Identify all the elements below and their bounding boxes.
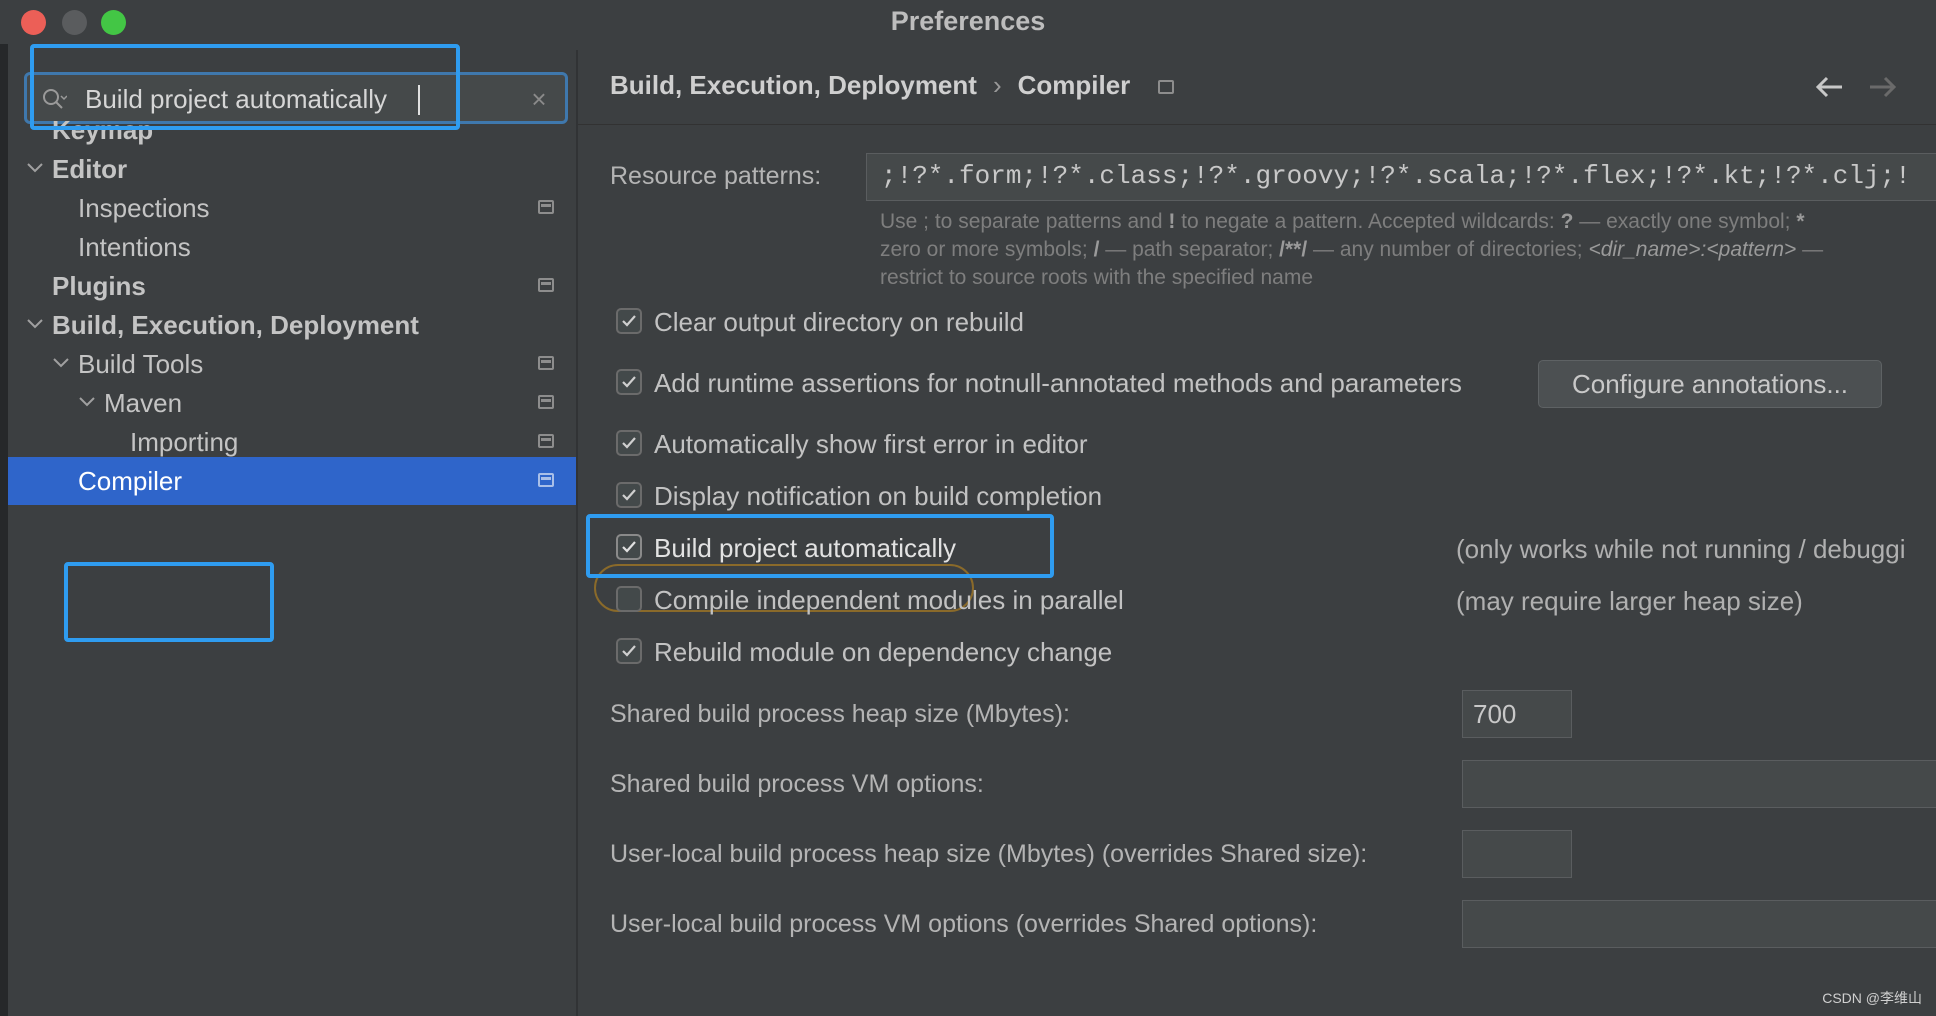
project-scope-icon [538,200,554,214]
user-vm-input[interactable] [1462,900,1936,948]
user-vm-label: User-local build process VM options (ove… [610,910,1318,938]
shared-heap-label: Shared build process heap size (Mbytes): [610,700,1070,728]
checkbox-label: Add runtime assertions for notnull-annot… [654,368,1462,398]
checkbox-label: Automatically show first error in editor [654,429,1088,459]
checkbox-label: Compile independent modules in parallel [654,585,1124,615]
project-scope-icon [538,356,554,370]
settings-header: Build, Execution, Deployment › Compiler [578,50,1936,125]
checkbox-label: Build project automatically [654,533,957,563]
checkmark-icon [622,541,636,553]
sidebar-item-label: Compiler [78,466,183,496]
chevron-down-icon[interactable] [26,159,44,177]
shared-vm-label: Shared build process VM options: [610,770,984,798]
back-arrow-icon[interactable] [1812,70,1846,104]
configure-annotations-button[interactable]: Configure annotations... [1538,360,1882,408]
hint-text: zero or more symbols; [880,238,1094,261]
rebuild-on-dependency-checkbox[interactable] [616,638,642,664]
checkbox-label: Display notification on build completion [654,481,1103,511]
build-automatically-checkbox[interactable] [616,534,642,560]
hint-text: — [1796,238,1824,261]
hint-italic: <dir_name>:<pattern> [1588,238,1797,261]
checkmark-icon [622,489,636,501]
project-scope-icon [1158,80,1175,95]
breadcrumb-current: Compiler [1017,70,1131,100]
watermark: CSDN @李维山 [1822,990,1922,1006]
sidebar-item-compiler[interactable]: Compiler [8,457,576,505]
hint-bold: /**/ [1279,238,1308,261]
window-title: Preferences [890,6,1046,36]
chevron-down-icon[interactable] [52,354,70,372]
chevron-down-icon[interactable] [26,315,44,333]
runtime-assertions-checkbox[interactable] [616,369,642,395]
parallel-compile-checkbox[interactable] [616,586,642,612]
shared-vm-input[interactable] [1462,760,1936,808]
checkbox-label: Rebuild module on dependency change [654,637,1113,667]
clear-output-checkbox[interactable] [616,308,642,334]
parallel-compile-note: (may require larger heap size) [1456,586,1803,616]
show-first-error-checkbox[interactable] [616,430,642,456]
hint-bold: * [1796,210,1805,233]
shared-heap-input[interactable]: 700 [1462,690,1572,738]
preferences-window: Preferences × Keymap Editor Inspections [0,0,1936,1016]
user-heap-input[interactable] [1462,830,1572,878]
project-scope-icon [538,473,554,487]
checkmark-icon [622,437,636,449]
title-bar: Preferences [0,0,1936,44]
project-scope-icon [538,395,554,409]
breadcrumb: Build, Execution, Deployment › Compiler [610,70,1175,101]
forward-arrow-icon[interactable] [1866,70,1900,104]
hint-text: — exactly one symbol; [1573,210,1797,233]
hint-text: — path separator; [1099,238,1280,261]
hint-bold: ? [1560,210,1574,233]
resource-patterns-label: Resource patterns: [610,162,822,190]
compiler-settings-panel: Build, Execution, Deployment › Compiler Re… [578,50,1936,1016]
project-scope-icon [538,278,554,292]
hint-line: Use ; to separate patterns and ! to nega… [880,208,1936,236]
project-scope-icon [538,434,554,448]
breadcrumb-separator: › [992,70,1002,100]
settings-sidebar: × Keymap Editor Inspections Intentions P… [8,50,576,1016]
checkmark-icon [622,315,636,327]
hint-text: — any number of directories; [1307,238,1589,261]
user-heap-label: User-local build process heap size (Mbyt… [610,840,1368,868]
hint-text: to negate a pattern. Accepted wildcards: [1175,210,1561,233]
build-automatically-note: (only works while not running / debuggi [1456,534,1906,564]
build-notification-checkbox[interactable] [616,482,642,508]
checkmark-icon [622,376,636,388]
checkbox-label: Clear output directory on rebuild [654,307,1024,337]
left-edge-strip [0,44,8,1016]
checkmark-icon [622,645,636,657]
hint-text: Use ; to separate patterns and [880,210,1169,233]
hint-line: restrict to source roots with the specif… [880,266,1314,289]
chevron-down-icon[interactable] [78,393,96,411]
resource-patterns-input[interactable]: ;!?*.form;!?*.class;!?*.groovy;!?*.scala… [866,153,1936,201]
breadcrumb-parent[interactable]: Build, Execution, Deployment [610,70,977,100]
hint-line: zero or more symbols; / — path separator… [880,236,1936,264]
resource-patterns-hint: Use ; to separate patterns and ! to nega… [880,208,1936,292]
